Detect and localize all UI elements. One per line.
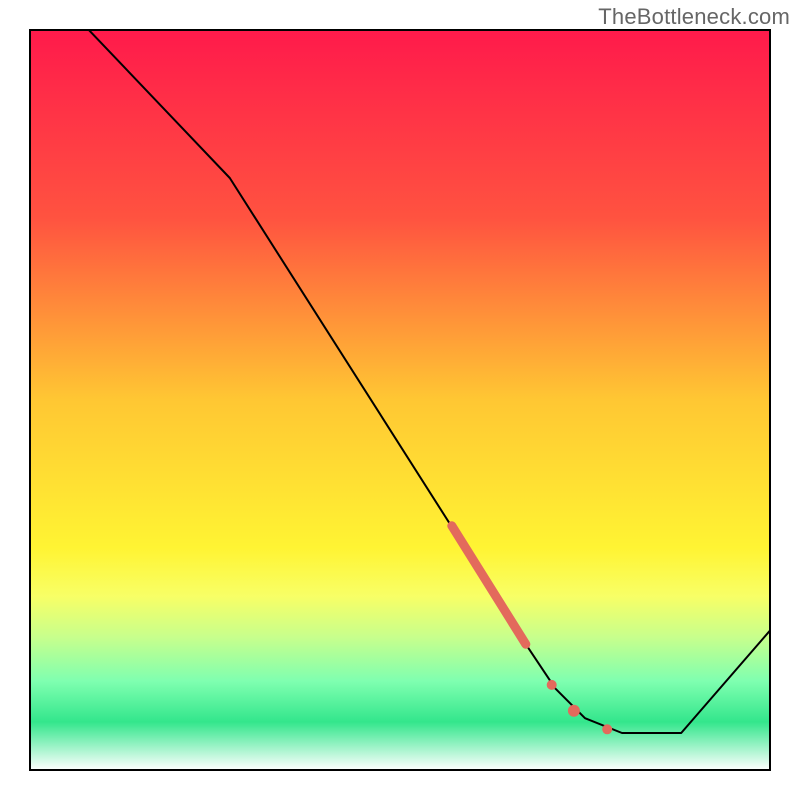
chart-svg [0,0,800,800]
highlight-dot [547,680,557,690]
highlight-dot [568,705,580,717]
watermark-label: TheBottleneck.com [598,4,790,30]
plot-background [30,30,770,770]
chart-container: TheBottleneck.com [0,0,800,800]
highlight-dot [602,724,612,734]
